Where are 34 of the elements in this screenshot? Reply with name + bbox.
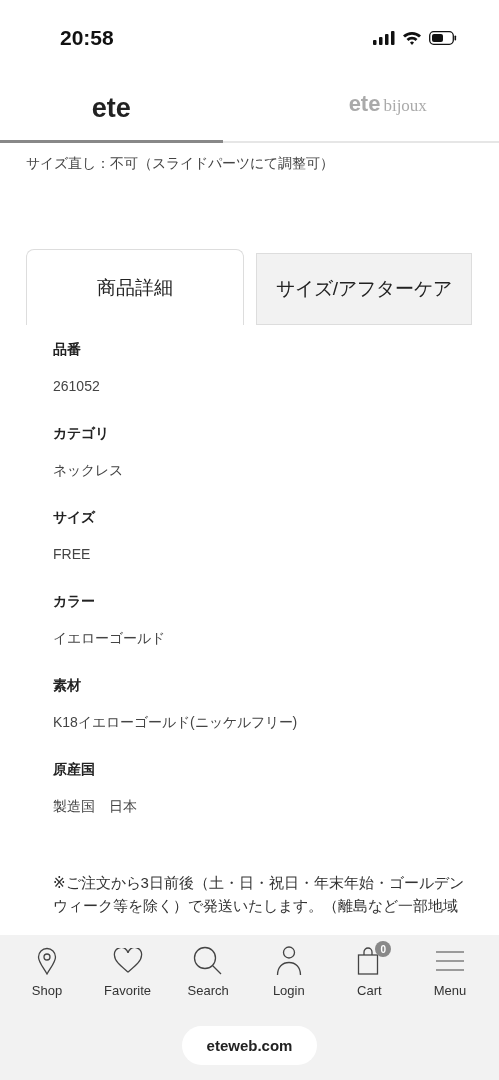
user-icon [275, 946, 302, 976]
detail-tab[interactable]: サイズ/アフターケア [256, 253, 472, 325]
detail-value: K18イエローゴールド(ニッケルフリー) [53, 714, 299, 732]
detail-label: 品番 [53, 341, 82, 359]
detail-value: ネックレス [53, 462, 124, 480]
heart-icon [112, 948, 143, 974]
detail-label: カラー [53, 593, 96, 611]
detail-value: FREE [53, 546, 92, 562]
notice-line: ※ご注文から3日前後（土・日・祝日・年末年始・ゴールデン [53, 873, 465, 893]
nav-item[interactable]: Shop [12, 945, 82, 998]
detail-value: イエローゴールド [53, 630, 166, 648]
menu-icon [435, 951, 464, 971]
nav-item[interactable]: Search [173, 945, 244, 998]
search-icon [193, 946, 224, 976]
cart-count-badge: 0 [375, 941, 392, 957]
battery-icon [429, 30, 457, 45]
brand-tab[interactable]: ete [0, 75, 223, 143]
notice-line: ウィーク等を除く）で発送いたします。（離島など一部地域 [53, 896, 459, 916]
wifi-icon [402, 30, 422, 45]
nav-item[interactable]: Login [253, 945, 324, 998]
detail-label: カテゴリ [53, 425, 110, 443]
url-bar[interactable]: eteweb.com [182, 1026, 317, 1065]
signal-icon [373, 30, 395, 45]
detail-label: 素材 [53, 677, 82, 695]
clock-time: 20:58 [60, 25, 114, 50]
detail-value: 261052 [53, 378, 101, 394]
nav-item[interactable]: Menu [414, 945, 485, 998]
detail-label: サイズ [53, 509, 97, 527]
size-note: サイズ直し：不可（スライドパーツにて調整可） [26, 155, 335, 173]
detail-value: 製造国 日本 [53, 798, 138, 816]
location-pin-icon [37, 947, 57, 975]
nav-item[interactable]: Favorite [92, 945, 163, 998]
detail-tab[interactable]: 商品詳細 [26, 249, 244, 325]
detail-label: 原産国 [53, 761, 96, 779]
